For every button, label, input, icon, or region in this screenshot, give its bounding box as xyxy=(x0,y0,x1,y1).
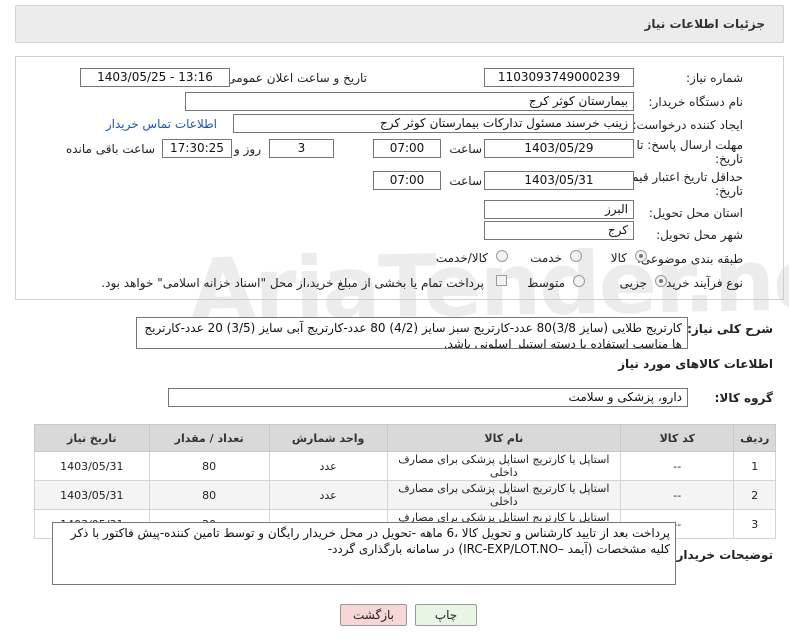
category-goods-label: کالا xyxy=(610,251,627,265)
reply-deadline-label-date: تاریخ: xyxy=(715,152,743,166)
panel-header: جزئیات اطلاعات نیاز xyxy=(15,5,784,43)
category-goods-service-radio[interactable] xyxy=(496,250,508,262)
price-time-field: 07:00 xyxy=(373,171,441,190)
treasury-payment-checkbox[interactable] xyxy=(496,275,507,286)
goods-group-label: گروه کالا: xyxy=(714,391,773,405)
announce-field: 1403/05/25 - 13:16 xyxy=(80,68,230,87)
cell-row-number: 2 xyxy=(733,480,776,510)
price-validity-label-date: تاریخ: xyxy=(715,184,743,198)
cell-row-number: 3 xyxy=(733,509,776,539)
days-remaining-field: 3 xyxy=(269,139,334,158)
cell-goods-name: استاپل یا کارتریج استاپل پزشکی برای مصار… xyxy=(386,451,622,481)
summary-label: شرح کلی نیاز: xyxy=(687,322,773,336)
col-quantity: تعداد / مقدار xyxy=(148,424,270,452)
reply-time-field: 07:00 xyxy=(373,139,441,158)
col-need-date: تاریخ نیاز xyxy=(34,424,150,452)
cell-need-date: 1403/05/31 xyxy=(34,480,150,510)
days-label: روز و xyxy=(234,142,261,156)
process-label: نوع فرآیند خرید : xyxy=(658,276,743,290)
treasury-payment-note: پرداخت تمام یا بخشی از مبلغ خرید،از محل … xyxy=(101,276,484,290)
goods-section-title: اطلاعات کالاهای مورد نیاز xyxy=(618,357,773,371)
need-number-field: 1103093749000239 xyxy=(484,68,634,87)
table-row: 2 -- استاپل یا کارتریج استاپل پزشکی برای… xyxy=(34,480,776,510)
process-partial-label: جزیی xyxy=(619,276,647,290)
remaining-time-field: 17:30:25 xyxy=(162,139,232,158)
category-goods-radio[interactable] xyxy=(635,250,647,262)
process-medium-radio[interactable] xyxy=(573,275,585,287)
process-medium-label: متوسط xyxy=(527,276,565,290)
cell-unit: عدد xyxy=(268,451,388,481)
province-label: استان محل تحویل: xyxy=(648,206,743,220)
remaining-time-label: ساعت باقی مانده xyxy=(65,142,155,156)
cell-goods-code: -- xyxy=(620,451,735,481)
buyer-contact-link[interactable]: اطلاعات تماس خریدار xyxy=(106,117,217,131)
buyer-org-label: نام دستگاه خریدار: xyxy=(648,95,744,109)
city-field: کرج xyxy=(484,221,634,240)
cell-goods-code: -- xyxy=(620,480,735,510)
process-partial-radio[interactable] xyxy=(655,275,667,287)
category-goods-service-label: کالا/خدمت xyxy=(435,251,488,265)
city-label: شهر محل تحویل: xyxy=(656,228,743,242)
creator-label: ایجاد کننده درخواست: xyxy=(632,118,743,132)
cell-unit: عدد xyxy=(268,480,388,510)
price-date-field: 1403/05/31 xyxy=(484,171,634,190)
buyer-notes-textarea[interactable]: پرداخت بعد از تایید کارشناس و تحویل کالا… xyxy=(52,522,676,585)
back-button[interactable]: بازگشت xyxy=(340,604,407,626)
reply-deadline-label: مهلت ارسال پاسخ: تا xyxy=(636,138,743,152)
buyer-notes-label: توضیحات خریدار: xyxy=(671,548,773,562)
buyer-org-field: بیمارستان کوثر کرج xyxy=(185,92,634,111)
buyer-notes-text: پرداخت بعد از تایید کارشناس و تحویل کالا… xyxy=(70,526,670,556)
summary-text: کارتریج طلایی (سایز 3/8)80 عدد-کارتریج س… xyxy=(144,321,682,349)
cell-row-number: 1 xyxy=(733,451,776,481)
goods-table-header-row: ردیف کد کالا نام کالا واحد شمارش تعداد /… xyxy=(34,424,776,452)
province-field: البرز xyxy=(484,200,634,219)
goods-group-field: دارو، پزشکی و سلامت xyxy=(168,388,688,407)
table-row: 1 -- استاپل یا کارتریج استاپل پزشکی برای… xyxy=(34,451,776,481)
reply-time-label: ساعت xyxy=(449,142,482,156)
print-button[interactable]: چاپ xyxy=(415,604,477,626)
creator-field: زینب خرسند مسئول تدارکات بیمارستان کوثر … xyxy=(233,114,634,133)
summary-textarea[interactable]: کارتریج طلایی (سایز 3/8)80 عدد-کارتریج س… xyxy=(136,317,688,349)
cell-quantity: 80 xyxy=(148,451,270,481)
cell-goods-name: استاپل یا کارتریج استاپل پزشکی برای مصار… xyxy=(386,480,622,510)
category-service-radio[interactable] xyxy=(570,250,582,262)
price-time-label: ساعت xyxy=(449,174,482,188)
cell-need-date: 1403/05/31 xyxy=(34,451,150,481)
reply-date-field: 1403/05/29 xyxy=(484,139,634,158)
page-title: جزئیات اطلاعات نیاز xyxy=(644,17,765,31)
col-goods-name: نام کالا xyxy=(386,424,622,452)
cell-quantity: 80 xyxy=(148,480,270,510)
col-goods-code: کد کالا xyxy=(620,424,735,452)
need-number-label: شماره نیاز: xyxy=(686,71,743,85)
category-label: طبقه بندی موضوعی: xyxy=(636,252,743,266)
col-row-number: ردیف xyxy=(733,424,776,452)
announce-label: تاریخ و ساعت اعلان عمومی: xyxy=(222,71,367,85)
category-service-label: خدمت xyxy=(530,251,562,265)
col-unit: واحد شمارش xyxy=(268,424,388,452)
